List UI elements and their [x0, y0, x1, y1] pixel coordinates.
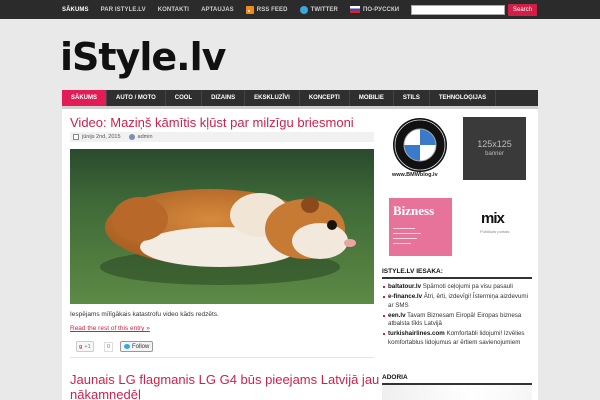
- mix-banner[interactable]: mix Publikuts portals: [463, 198, 526, 256]
- search-button[interactable]: Search: [508, 4, 537, 16]
- rss-icon: [245, 5, 254, 14]
- topnav-item-twitter[interactable]: TWITTER: [299, 5, 338, 14]
- post-title-2[interactable]: Jaunais LG flagmanis LG G4 būs pieejams …: [70, 372, 390, 400]
- mainnav-item-auto-moto[interactable]: AUTO / MOTO: [107, 90, 166, 106]
- banner-label: banner: [485, 150, 504, 157]
- list-item-site: turkishairlines.com: [388, 330, 445, 338]
- user-icon: [128, 134, 135, 140]
- topnav-item-contacts[interactable]: KONTAKTI: [158, 7, 189, 13]
- list-item-site: baltatour.lv: [388, 283, 422, 290]
- adoria-heading: ADORIA: [382, 374, 408, 381]
- mainnav-item-technology[interactable]: TEHNOLOĢIJAS: [430, 90, 497, 106]
- topnav-item-russian[interactable]: ПО-РУССКИ: [349, 6, 400, 13]
- bmw-banner[interactable]: [389, 117, 451, 179]
- bizness-line: [393, 238, 417, 239]
- mainnav-item-home[interactable]: SĀKUMS: [62, 90, 108, 106]
- hamster-illustration: [70, 149, 374, 304]
- adoria-banner[interactable]: [382, 385, 532, 400]
- bizness-logo-text: Bizness: [393, 203, 435, 218]
- list-item[interactable]: baltatour.lv Spārnoti ceļojumi pa visu p…: [382, 283, 532, 291]
- follow-label: Follow: [132, 343, 150, 350]
- main-nav: SĀKUMS AUTO / MOTO COOL DIZAINS EKSKLUZĪ…: [62, 90, 538, 106]
- search-input[interactable]: [411, 5, 505, 15]
- post-date: jūnijs 2nd, 2015: [82, 134, 121, 140]
- topnav-item-polls[interactable]: APTAUJAS: [201, 7, 234, 13]
- mainnav-item-cool[interactable]: COOL: [166, 90, 203, 106]
- recommends-heading: ISTYLE.LV IESAKA:: [382, 268, 443, 275]
- topnav-item-about[interactable]: PAR ISTYLE.LV: [101, 7, 146, 13]
- post-author[interactable]: admin: [138, 134, 153, 140]
- list-item[interactable]: een.lv Tavam Biznesam Eiropā! Eiropas bi…: [382, 312, 532, 329]
- list-item-text: Spārnoti ceļojumi pa visu pasauli: [421, 283, 513, 290]
- twitter-follow-button[interactable]: Follow: [120, 341, 154, 352]
- topnav-item-label: RSS FEED: [256, 6, 288, 13]
- gplus-icon: g: [79, 343, 83, 350]
- calendar-icon: [73, 134, 79, 140]
- post-image-hamster[interactable]: [70, 149, 374, 304]
- gplus-button[interactable]: g +1: [76, 341, 94, 352]
- topnav-item-home[interactable]: SĀKUMS: [62, 7, 89, 13]
- topnav-item-label: KONTAKTI: [157, 6, 190, 13]
- post-meta: jūnijs 2nd, 2015 admin: [70, 132, 374, 142]
- topnav-item-rss[interactable]: RSS FEED: [245, 5, 288, 14]
- bmw-banner-caption: www.BMWblog.lv: [392, 172, 438, 178]
- topnav-item-label: PAR ISTYLE.LV: [100, 6, 146, 13]
- topnav-item-label: TWITTER: [310, 6, 338, 13]
- mix-logo-text: mix: [481, 210, 505, 227]
- russia-flag-icon: [349, 6, 360, 13]
- bizness-line: [393, 233, 421, 234]
- recommends-rule: [382, 277, 532, 279]
- top-nav: SĀKUMS PAR ISTYLE.LV KONTAKTI APTAUJAS R…: [62, 0, 411, 19]
- topnav-item-label: SĀKUMS: [62, 6, 89, 13]
- twitter-icon: [299, 5, 308, 14]
- mainnav-item-exclusive[interactable]: EKSKLUZĪVI: [245, 90, 300, 106]
- topnav-item-label: ПО-РУССКИ: [362, 6, 400, 13]
- list-item-text: Tavam Biznesam Eiropā! Eiropas biznesa a…: [388, 311, 522, 328]
- topnav-item-label: APTAUJAS: [201, 6, 234, 13]
- banner-size-label: 125x125: [477, 138, 512, 149]
- mainnav-item-concepts[interactable]: KONCEPTI: [300, 90, 350, 106]
- gplus-label: +1: [84, 343, 91, 350]
- list-item-site: e-finance.lv: [388, 293, 423, 301]
- list-item[interactable]: e-finance.lv Ātri, ērti, izdevīgi! Īster…: [382, 293, 532, 310]
- gplus-count: 0: [104, 342, 114, 352]
- post-divider: [70, 357, 374, 358]
- mainnav-item-style[interactable]: STILS: [394, 90, 430, 106]
- read-more-link[interactable]: Read the rest of this entry »: [70, 325, 150, 332]
- site-logo[interactable]: iStyle.lv: [60, 38, 226, 76]
- bizness-banner[interactable]: Bizness: [389, 198, 452, 256]
- mix-subtitle: Publikuts portals: [480, 229, 510, 234]
- bmw-logo-icon: [393, 118, 447, 172]
- bizness-line: [393, 228, 415, 229]
- recommends-list: baltatour.lv Spārnoti ceļojumi pa visu p…: [382, 283, 532, 349]
- mainnav-item-design[interactable]: DIZAINS: [202, 90, 246, 106]
- twitter-bird-icon: [124, 344, 130, 349]
- bizness-line: [393, 243, 411, 244]
- list-item-site: een.lv: [388, 311, 406, 319]
- ad-banner-placeholder[interactable]: 125x125 banner: [463, 117, 526, 180]
- post-title[interactable]: Video: Maziņš kāmītis kļūst par milzīgu …: [70, 115, 375, 130]
- post-excerpt: Iespējams mīlīgākais katastrofu video kā…: [70, 311, 219, 318]
- mainnav-item-mobile[interactable]: MOBILIE: [350, 90, 394, 106]
- list-item[interactable]: turkishairlines.com Komfortabli lidojumi…: [382, 330, 532, 347]
